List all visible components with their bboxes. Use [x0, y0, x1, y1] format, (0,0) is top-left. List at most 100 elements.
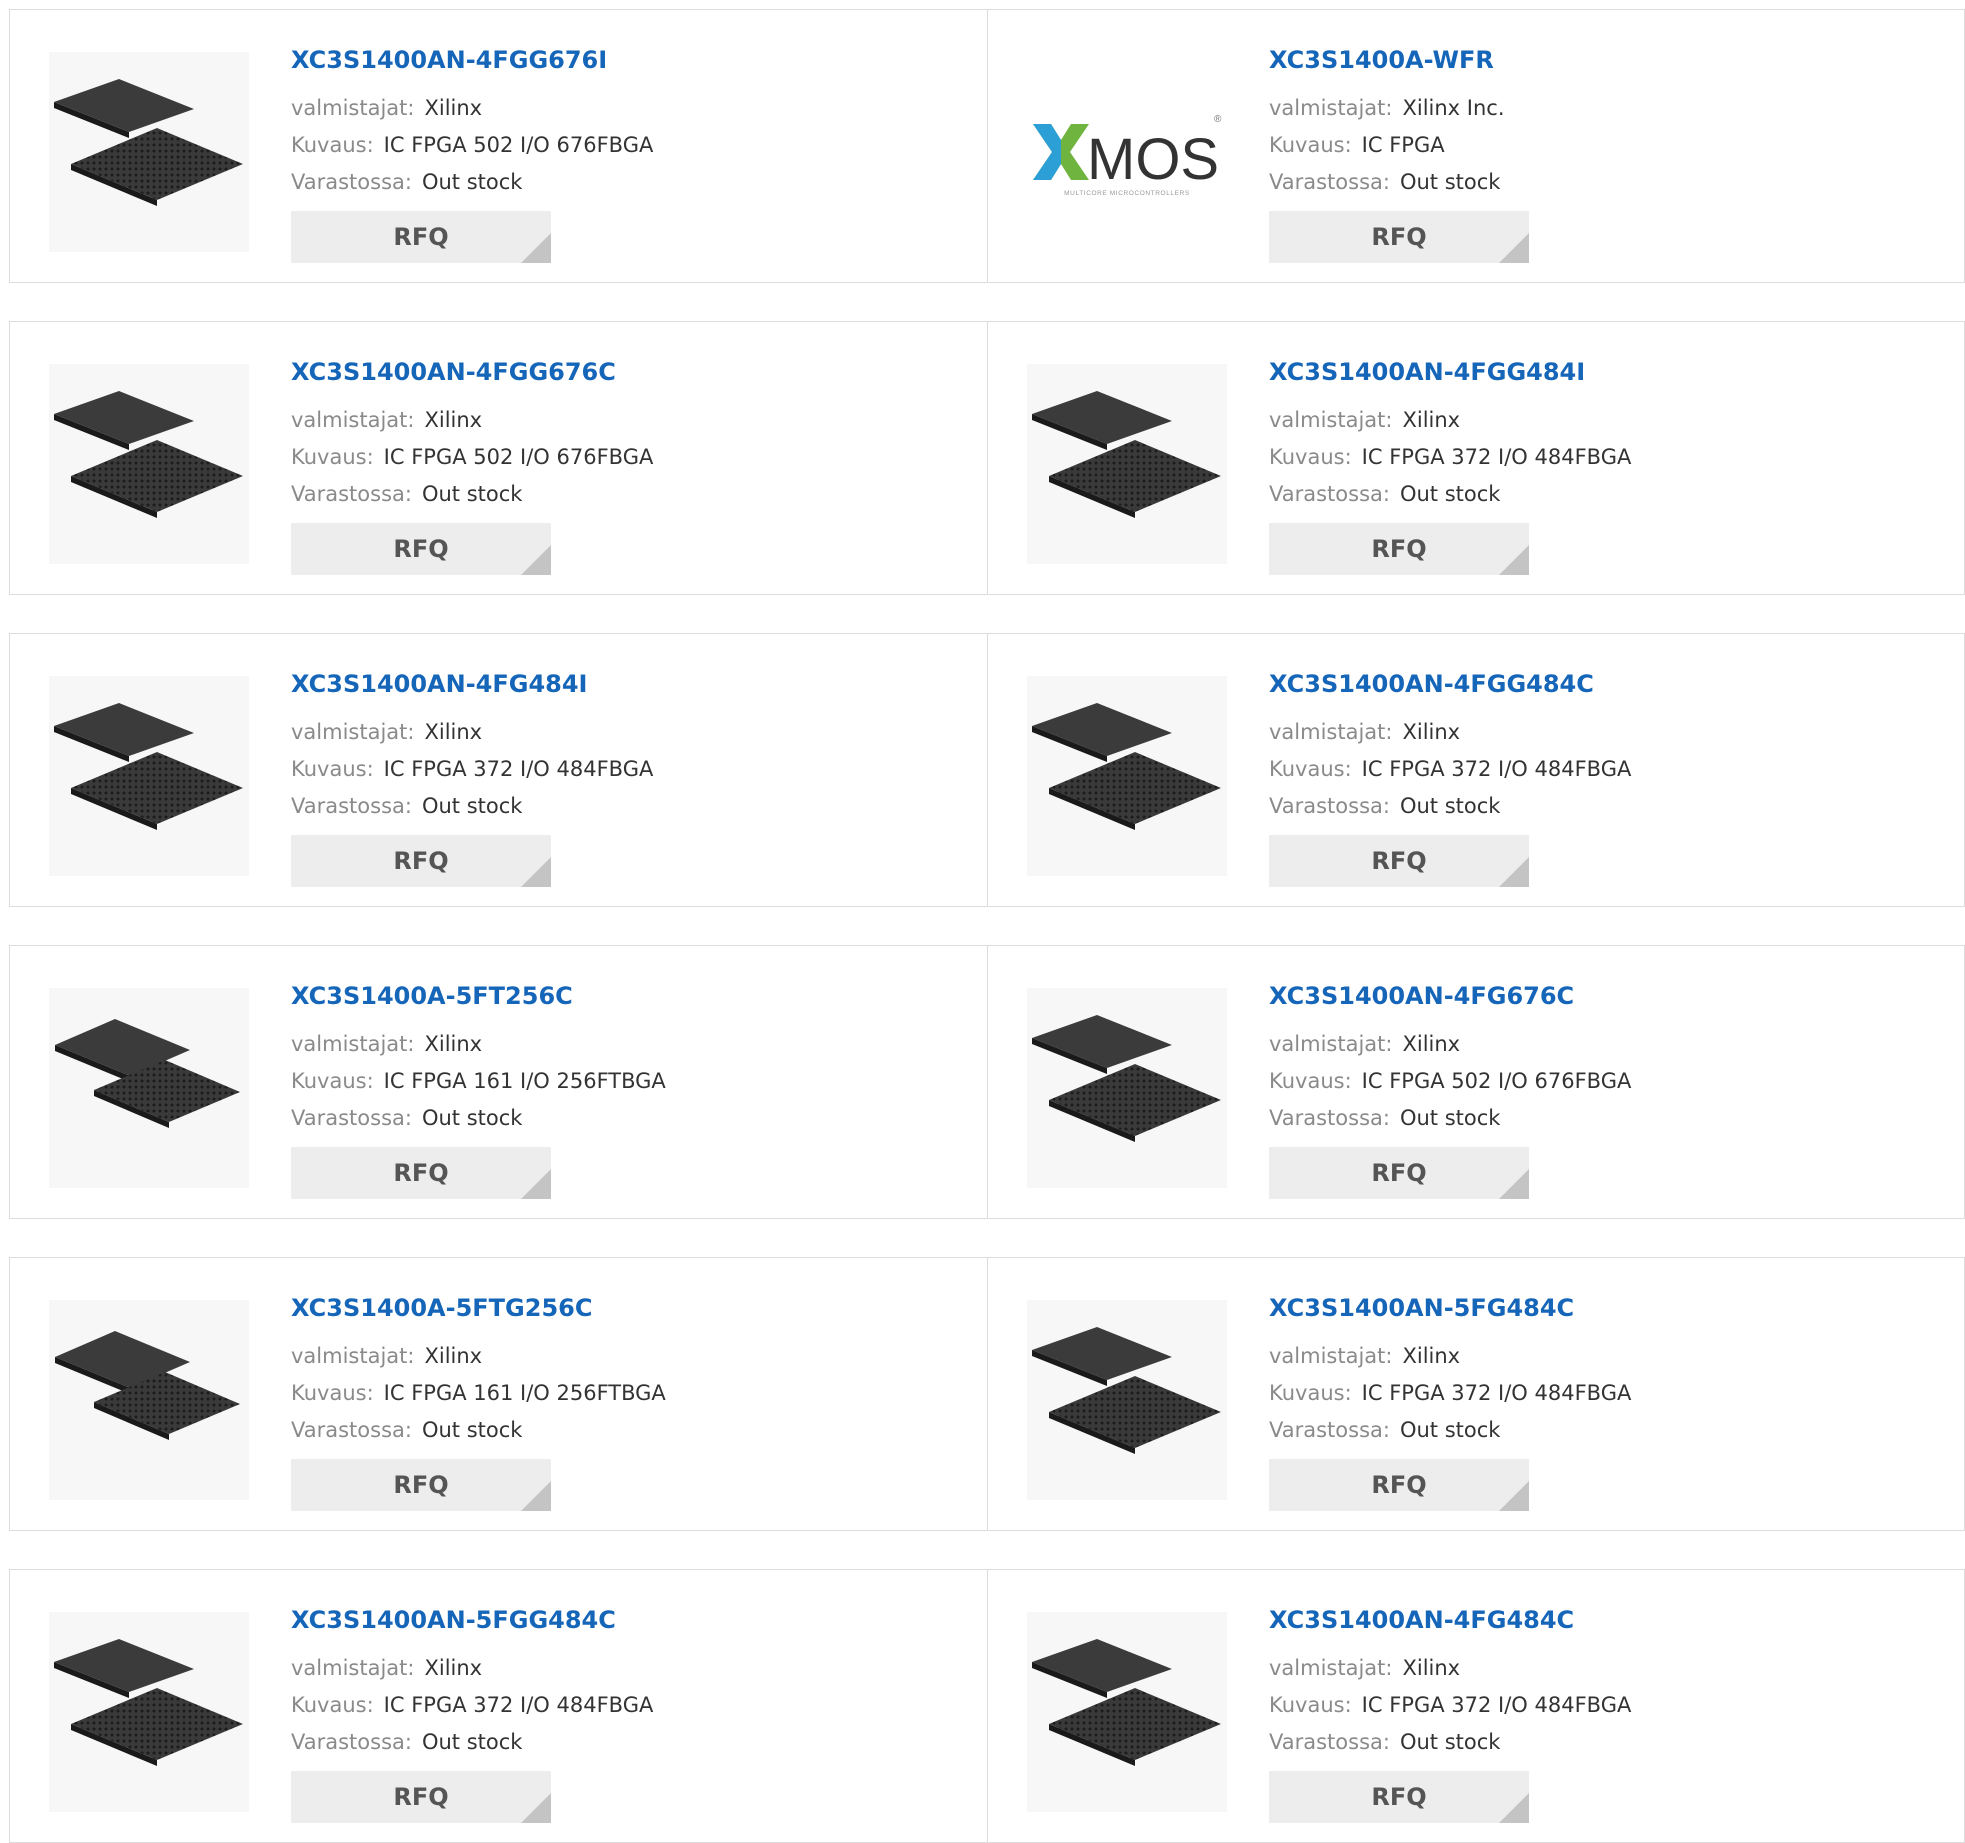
product-card: XC3S1400A-5FTG256C valmistajat: Xilinx Ku… [10, 1258, 987, 1530]
manufacturer-label: valmistajat: [1269, 96, 1393, 120]
stock-line: Varastossa: Out stock [291, 164, 653, 201]
product-info: valmistajat: Xilinx Kuvaus: IC FPGA 372 I/… [291, 714, 653, 825]
stock-value: Out stock [421, 482, 523, 506]
product-part-link[interactable]: XC3S1400AN-4FGG676C [291, 358, 616, 386]
description-label: Kuvaus: [1269, 1693, 1352, 1717]
description-label: Kuvaus: [291, 1693, 374, 1717]
manufacturer-line: valmistajat: Xilinx [1269, 1338, 1631, 1375]
product-part-link[interactable]: XC3S1400AN-4FGG484C [1269, 670, 1594, 698]
product-image[interactable] [49, 1612, 249, 1812]
stock-line: Varastossa: Out stock [291, 1724, 653, 1761]
product-card: XC3S1400AN-5FG484C valmistajat: Xilinx Ku… [987, 1258, 1965, 1530]
product-info: valmistajat: Xilinx Kuvaus: IC FPGA 502 I/… [291, 90, 653, 201]
description-line: Kuvaus: IC FPGA 372 I/O 484FBGA [291, 1687, 653, 1724]
manufacturer-line: valmistajat: Xilinx [291, 1650, 653, 1687]
manufacturer-value: Xilinx [424, 1656, 483, 1680]
product-info: valmistajat: Xilinx Kuvaus: IC FPGA 372 I/… [291, 1650, 653, 1761]
product-part-link[interactable]: XC3S1400A-5FT256C [291, 982, 573, 1010]
product-image[interactable] [49, 676, 249, 876]
stock-label: Varastossa: [291, 1730, 412, 1754]
product-image[interactable] [1027, 364, 1227, 564]
description-label: Kuvaus: [291, 1069, 374, 1093]
product-info: valmistajat: Xilinx Kuvaus: IC FPGA 502 I/… [1269, 1026, 1631, 1137]
xmos-logo: MOS ® MULTICORE MICROCONTROLLERS [1033, 114, 1222, 197]
product-part-link[interactable]: XC3S1400AN-4FGG484I [1269, 358, 1585, 386]
product-part-link[interactable]: XC3S1400A-5FTG256C [291, 1294, 592, 1322]
manufacturer-line: valmistajat: Xilinx [291, 1338, 666, 1375]
manufacturer-label: valmistajat: [291, 1656, 415, 1680]
product-card: XC3S1400AN-5FGG484C valmistajat: Xilinx K… [10, 1570, 987, 1842]
manufacturer-value: Xilinx [424, 96, 483, 120]
rfq-button[interactable]: RFQ [1269, 523, 1529, 575]
rfq-button[interactable]: RFQ [291, 523, 551, 575]
product-image[interactable]: MOS ® MULTICORE MICROCONTROLLERS [1027, 52, 1227, 252]
product-image[interactable] [49, 1300, 249, 1500]
bga-chip-icon [1032, 1327, 1221, 1454]
product-image[interactable] [1027, 988, 1227, 1188]
description-label: Kuvaus: [291, 1381, 374, 1405]
manufacturer-value: Xilinx [424, 720, 483, 744]
stock-line: Varastossa: Out stock [291, 476, 653, 513]
rfq-button[interactable]: RFQ [291, 835, 551, 887]
product-row: XC3S1400AN-4FGG676C valmistajat: Xilinx K… [9, 321, 1965, 595]
rfq-button[interactable]: RFQ [291, 1147, 551, 1199]
product-card: XC3S1400AN-4FGG484C valmistajat: Xilinx K… [987, 634, 1965, 906]
product-part-link[interactable]: XC3S1400AN-5FGG484C [291, 1606, 616, 1634]
product-part-link[interactable]: XC3S1400AN-5FG484C [1269, 1294, 1574, 1322]
description-line: Kuvaus: IC FPGA 372 I/O 484FBGA [1269, 751, 1631, 788]
stock-value: Out stock [421, 1730, 523, 1754]
product-grid: XC3S1400AN-4FGG676I valmistajat: Xilinx K… [0, 0, 1965, 1843]
product-card: XC3S1400AN-4FGG676I valmistajat: Xilinx K… [10, 10, 987, 282]
stock-value: Out stock [421, 170, 523, 194]
rfq-button[interactable]: RFQ [1269, 1459, 1529, 1511]
product-image[interactable] [49, 52, 249, 252]
description-value: IC FPGA 372 I/O 484FBGA [1361, 1381, 1632, 1405]
stock-label: Varastossa: [1269, 482, 1390, 506]
description-line: Kuvaus: IC FPGA 502 I/O 676FBGA [291, 127, 653, 164]
stock-value: Out stock [1399, 1730, 1501, 1754]
product-part-link[interactable]: XC3S1400AN-4FG484C [1269, 1606, 1574, 1634]
stock-line: Varastossa: Out stock [291, 1412, 666, 1449]
product-image[interactable] [49, 988, 249, 1188]
product-part-link[interactable]: XC3S1400AN-4FG484I [291, 670, 587, 698]
description-line: Kuvaus: IC FPGA 372 I/O 484FBGA [1269, 1687, 1631, 1724]
product-card: XC3S1400A-5FT256C valmistajat: Xilinx Kuv… [10, 946, 987, 1218]
product-info: valmistajat: Xilinx Kuvaus: IC FPGA 372 I/… [1269, 1650, 1631, 1761]
product-image[interactable] [1027, 1612, 1227, 1812]
description-line: Kuvaus: IC FPGA 372 I/O 484FBGA [1269, 439, 1631, 476]
product-part-link[interactable]: XC3S1400AN-4FG676C [1269, 982, 1574, 1010]
stock-line: Varastossa: Out stock [1269, 164, 1505, 201]
product-card: XC3S1400AN-4FGG676C valmistajat: Xilinx K… [10, 322, 987, 594]
svg-text:®: ® [1214, 114, 1222, 125]
rfq-button[interactable]: RFQ [1269, 1147, 1529, 1199]
product-info: valmistajat: Xilinx Kuvaus: IC FPGA 502 I/… [291, 402, 653, 513]
manufacturer-line: valmistajat: Xilinx [291, 90, 653, 127]
rfq-button[interactable]: RFQ [291, 211, 551, 263]
product-part-link[interactable]: XC3S1400AN-4FGG676I [291, 46, 607, 74]
stock-label: Varastossa: [291, 170, 412, 194]
manufacturer-label: valmistajat: [291, 1344, 415, 1368]
bga-chip-icon [1032, 1639, 1221, 1766]
product-card: XC3S1400AN-4FG676C valmistajat: Xilinx Ku… [987, 946, 1965, 1218]
manufacturer-value: Xilinx [1402, 408, 1461, 432]
manufacturer-value: Xilinx [424, 1344, 483, 1368]
product-image[interactable] [1027, 1300, 1227, 1500]
description-line: Kuvaus: IC FPGA 502 I/O 676FBGA [1269, 1063, 1631, 1100]
description-label: Kuvaus: [291, 133, 374, 157]
rfq-button[interactable]: RFQ [291, 1459, 551, 1511]
rfq-button[interactable]: RFQ [1269, 835, 1529, 887]
rfq-button[interactable]: RFQ [1269, 211, 1529, 263]
product-part-link[interactable]: XC3S1400A-WFR [1269, 46, 1494, 74]
stock-label: Varastossa: [291, 482, 412, 506]
manufacturer-value: Xilinx [1402, 1344, 1461, 1368]
product-image[interactable] [49, 364, 249, 564]
stock-value: Out stock [1399, 1418, 1501, 1442]
product-image[interactable] [1027, 676, 1227, 876]
stock-line: Varastossa: Out stock [1269, 476, 1631, 513]
manufacturer-line: valmistajat: Xilinx [291, 402, 653, 439]
description-label: Kuvaus: [1269, 1069, 1352, 1093]
stock-label: Varastossa: [1269, 794, 1390, 818]
product-row: XC3S1400A-5FT256C valmistajat: Xilinx Kuv… [9, 945, 1965, 1219]
rfq-button[interactable]: RFQ [291, 1771, 551, 1823]
rfq-button[interactable]: RFQ [1269, 1771, 1529, 1823]
